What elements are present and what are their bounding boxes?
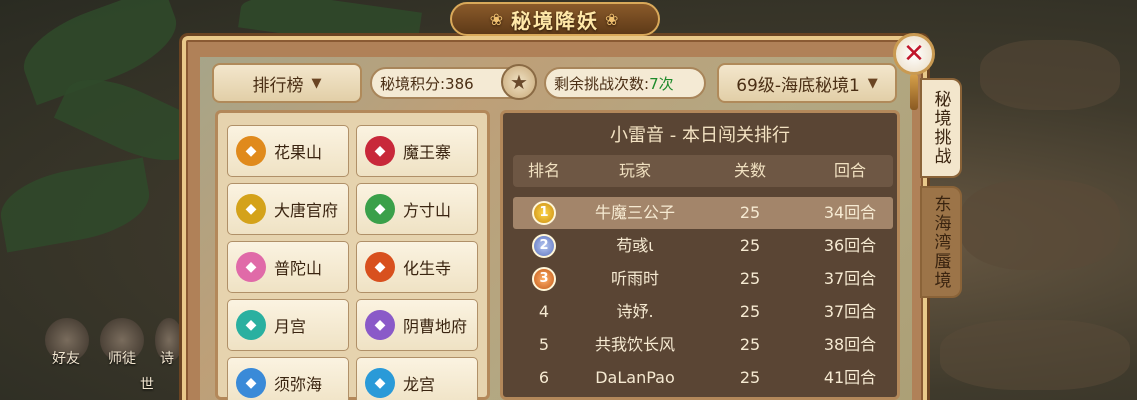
rank-number: 5: [538, 335, 550, 354]
faction-label: 大唐官府: [274, 201, 339, 220]
longgong-emblem-icon: ◆: [365, 368, 395, 398]
header-rank: 排名: [527, 161, 560, 180]
faction-button[interactable]: ◆ 阴曹地府: [356, 299, 478, 351]
header-rounds: 回合: [833, 161, 866, 180]
faction-label: 月宫: [274, 317, 307, 336]
player-name: 共我饮长风: [594, 335, 675, 354]
gold-medal-icon: 1: [532, 201, 556, 225]
window-title-text: 秘境降妖: [511, 8, 599, 33]
mentor-label: 师徒: [108, 351, 136, 367]
silver-medal-icon: 2: [532, 234, 556, 258]
mowangzhai-emblem-icon: ◆: [365, 136, 395, 166]
close-button[interactable]: ✕: [893, 33, 935, 75]
huaguoshan-emblem-icon: ◆: [236, 136, 266, 166]
tab-realm-challenge-label: 秘境挑战: [930, 90, 951, 166]
faction-label: 龙宫: [403, 375, 436, 394]
faction-label: 魔王寨: [403, 143, 452, 162]
rock: [960, 180, 1120, 270]
round-count: 36回合: [823, 236, 877, 255]
header-stages: 关数: [733, 161, 766, 180]
faction-list: ◆ 花果山 ◆ 魔王寨 ◆ 大唐官府 ◆ 方寸山 ◆ 普陀山 ◆ 化生寺 ◆ 月…: [215, 110, 490, 400]
rank-number: 6: [538, 368, 550, 387]
palm-leaf: [0, 157, 155, 253]
datangguanfu-emblem-icon: ◆: [236, 194, 266, 224]
huashengsi-emblem-icon: ◆: [365, 252, 395, 282]
faction-button[interactable]: ◆ 魔王寨: [356, 125, 478, 177]
ranking-header: 排名 玩家 关数 回合: [513, 155, 893, 187]
ranking-dropdown-label: 排行榜: [252, 75, 304, 96]
ranking-title: 小雷音 - 本日闯关排行: [610, 125, 790, 146]
player-name: 苟彧ι: [616, 236, 654, 255]
cloud-ornament-icon: ❀: [489, 9, 505, 29]
bronze-medal-icon: 3: [532, 267, 556, 291]
stage-count: 25: [739, 368, 761, 387]
header-player: 玩家: [618, 161, 651, 180]
faction-label: 须弥海: [274, 375, 323, 394]
faction-label: 普陀山: [274, 259, 323, 278]
faction-label: 化生寺: [403, 259, 452, 278]
xumihai-emblem-icon: ◆: [236, 368, 266, 398]
round-count: 38回合: [823, 335, 877, 354]
faction-button[interactable]: ◆ 方寸山: [356, 183, 478, 235]
tab-realm-challenge[interactable]: 秘境挑战: [920, 78, 962, 178]
faction-button[interactable]: ◆ 化生寺: [356, 241, 478, 293]
ranking-panel: 小雷音 - 本日闯关排行 排名 玩家 关数 回合 1 牛魔三公子 25 34回合…: [500, 110, 900, 400]
faction-label: 阴曹地府: [403, 317, 468, 336]
round-count: 37回合: [823, 302, 877, 321]
tab-east-sea-mirage[interactable]: 东海湾蜃境: [920, 186, 962, 298]
stage-count: 25: [739, 335, 761, 354]
close-tassel: [910, 74, 918, 110]
player-name: 诗妤.: [616, 302, 654, 321]
faction-button[interactable]: ◆ 月宫: [227, 299, 349, 351]
fangcunshan-emblem-icon: ◆: [365, 194, 395, 224]
player-name: DaLanPao: [595, 368, 675, 387]
player-name: 牛魔三公子: [594, 203, 675, 222]
stage-count: 25: [739, 203, 761, 222]
table-row[interactable]: 1 牛魔三公子 25 34回合: [513, 197, 893, 229]
faction-label: 花果山: [274, 143, 323, 162]
top-bar: 排行榜 ▼ 秘境积分:386 ★ 剩余挑战次数: 7次 69级-海底秘境1 ▼: [205, 62, 905, 104]
rock: [940, 320, 1130, 390]
friends-label: 好友: [52, 351, 80, 367]
remaining-tries-value: 7次: [649, 74, 674, 93]
stage-count: 25: [739, 302, 761, 321]
faction-label: 方寸山: [403, 201, 452, 220]
remaining-tries-label: 剩余挑战次数:: [554, 74, 650, 93]
star-icon[interactable]: ★: [501, 64, 537, 100]
poem-label: 诗: [160, 351, 174, 367]
putuoshan-emblem-icon: ◆: [236, 252, 266, 282]
table-row[interactable]: 4 诗妤. 25 37回合: [513, 296, 893, 328]
round-count: 34回合: [823, 203, 877, 222]
faction-button[interactable]: ◆ 花果山: [227, 125, 349, 177]
table-row[interactable]: 2 苟彧ι 25 36回合: [513, 230, 893, 262]
realm-score-label: 秘境积分:386: [380, 74, 474, 93]
world-label: 世: [140, 377, 154, 393]
faction-button[interactable]: ◆ 龙宫: [356, 357, 478, 400]
faction-button[interactable]: ◆ 大唐官府: [227, 183, 349, 235]
ranking-dropdown[interactable]: 排行榜 ▼: [212, 63, 362, 103]
player-name: 听雨时: [610, 269, 659, 288]
realm-level-dropdown[interactable]: 69级-海底秘境1 ▼: [717, 63, 897, 103]
cloud-ornament-icon: ❀: [605, 9, 621, 29]
table-row[interactable]: 6 DaLanPao 25 41回合: [513, 362, 893, 394]
rock: [980, 40, 1120, 110]
table-row[interactable]: 5 共我饮长风 25 38回合: [513, 329, 893, 361]
window-title: ❀ 秘境降妖 ❀: [450, 2, 660, 36]
remaining-tries: 剩余挑战次数: 7次: [544, 67, 706, 99]
chevron-down-icon: ▼: [311, 75, 322, 91]
yincaodifu-emblem-icon: ◆: [365, 310, 395, 340]
table-row[interactable]: 3 听雨时 25 37回合: [513, 263, 893, 295]
yuegong-emblem-icon: ◆: [236, 310, 266, 340]
tab-east-sea-mirage-label: 东海湾蜃境: [930, 194, 951, 290]
realm-level-label: 69级-海底秘境1: [736, 75, 860, 96]
faction-button[interactable]: ◆ 普陀山: [227, 241, 349, 293]
stage-count: 25: [739, 236, 761, 255]
round-count: 41回合: [823, 368, 877, 387]
faction-button[interactable]: ◆ 须弥海: [227, 357, 349, 400]
round-count: 37回合: [823, 269, 877, 288]
rank-number: 4: [538, 302, 550, 321]
chevron-down-icon: ▼: [867, 75, 878, 91]
stage-count: 25: [739, 269, 761, 288]
close-icon: ✕: [903, 39, 925, 69]
